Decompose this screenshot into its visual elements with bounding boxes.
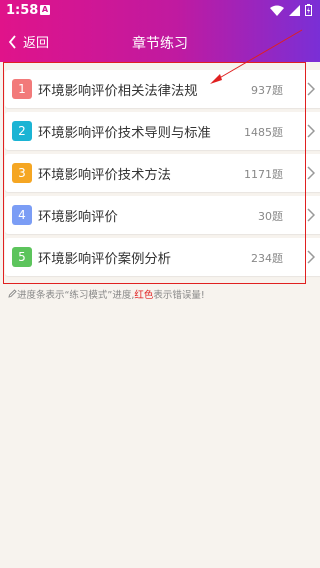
note-prefix: 进度条表示“练习模式”进度, bbox=[17, 290, 135, 301]
chapter-index-badge: 3 bbox=[12, 163, 32, 183]
note-suffix: 表示错误量! bbox=[153, 290, 205, 301]
chapter-title: 环境影响评价技术方法 bbox=[38, 168, 171, 183]
chevron-right-icon bbox=[307, 208, 315, 222]
chapter-item-5[interactable]: 5 环境影响评价案例分析 234题 bbox=[5, 238, 320, 276]
chevron-right-icon bbox=[307, 166, 315, 180]
question-count: 234题 bbox=[251, 252, 283, 265]
question-count: 30题 bbox=[258, 210, 283, 223]
annotation-arrow bbox=[210, 29, 303, 84]
chevron-right-icon bbox=[307, 124, 315, 138]
question-count: 1171题 bbox=[244, 168, 283, 181]
question-count: 1485题 bbox=[244, 126, 283, 139]
chapter-index-badge: 2 bbox=[12, 121, 32, 141]
chapter-title: 环境影响评价 bbox=[38, 210, 118, 225]
chapter-title: 环境影响评价技术导则与标准 bbox=[38, 126, 211, 141]
pencil-icon bbox=[8, 289, 17, 298]
chapter-index-badge: 4 bbox=[12, 205, 32, 225]
chapter-index-badge: 5 bbox=[12, 247, 32, 267]
chevron-right-icon bbox=[307, 250, 315, 264]
chapter-title: 环境影响评价案例分析 bbox=[38, 252, 171, 267]
progress-note: 进度条表示“练习模式”进度,红色表示错误量! bbox=[8, 287, 205, 301]
chapter-item-3[interactable]: 3 环境影响评价技术方法 1171题 bbox=[5, 154, 320, 192]
note-highlight: 红色 bbox=[134, 290, 154, 301]
chapter-item-4[interactable]: 4 环境影响评价 30题 bbox=[5, 196, 320, 234]
